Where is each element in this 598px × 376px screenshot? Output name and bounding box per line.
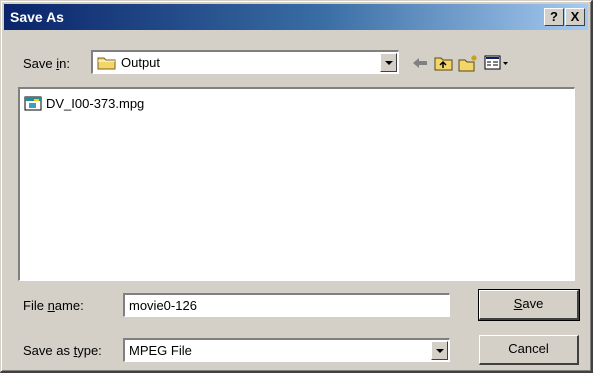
save-as-type-dropdown[interactable]: MPEG File xyxy=(123,338,450,362)
view-menu-icon[interactable] xyxy=(483,53,511,73)
media-file-icon xyxy=(24,95,44,118)
up-one-level-icon[interactable] xyxy=(433,53,455,73)
title-bar[interactable]: Save As ? X xyxy=(4,4,588,30)
save-in-dropdown-arrow[interactable] xyxy=(380,53,397,72)
save-in-label: Save in: xyxy=(23,56,70,71)
cancel-button[interactable]: Cancel xyxy=(479,335,579,365)
folder-icon xyxy=(97,55,117,75)
save-as-type-label: Save as type: xyxy=(23,343,102,358)
save-button[interactable]: Save xyxy=(478,289,580,321)
dialog-title: Save As xyxy=(10,9,64,25)
save-as-type-dropdown-arrow[interactable] xyxy=(431,341,448,360)
close-button[interactable]: X xyxy=(565,8,585,26)
file-name-input[interactable] xyxy=(127,298,441,313)
save-in-value: Output xyxy=(121,55,161,70)
help-button[interactable]: ? xyxy=(544,8,564,26)
save-as-type-value: MPEG File xyxy=(129,343,192,358)
save-as-dialog: Save As ? X Save in: Output DV_I00-373.m… xyxy=(0,0,593,373)
file-list[interactable]: DV_I00-373.mpg xyxy=(18,87,575,281)
new-folder-icon[interactable] xyxy=(457,53,479,73)
back-arrow-icon[interactable] xyxy=(409,53,431,73)
file-name-text: DV_I00-373.mpg xyxy=(46,96,145,111)
file-name-field[interactable] xyxy=(123,293,450,317)
file-name-label: File name: xyxy=(23,298,84,313)
save-in-dropdown[interactable]: Output xyxy=(91,50,399,74)
